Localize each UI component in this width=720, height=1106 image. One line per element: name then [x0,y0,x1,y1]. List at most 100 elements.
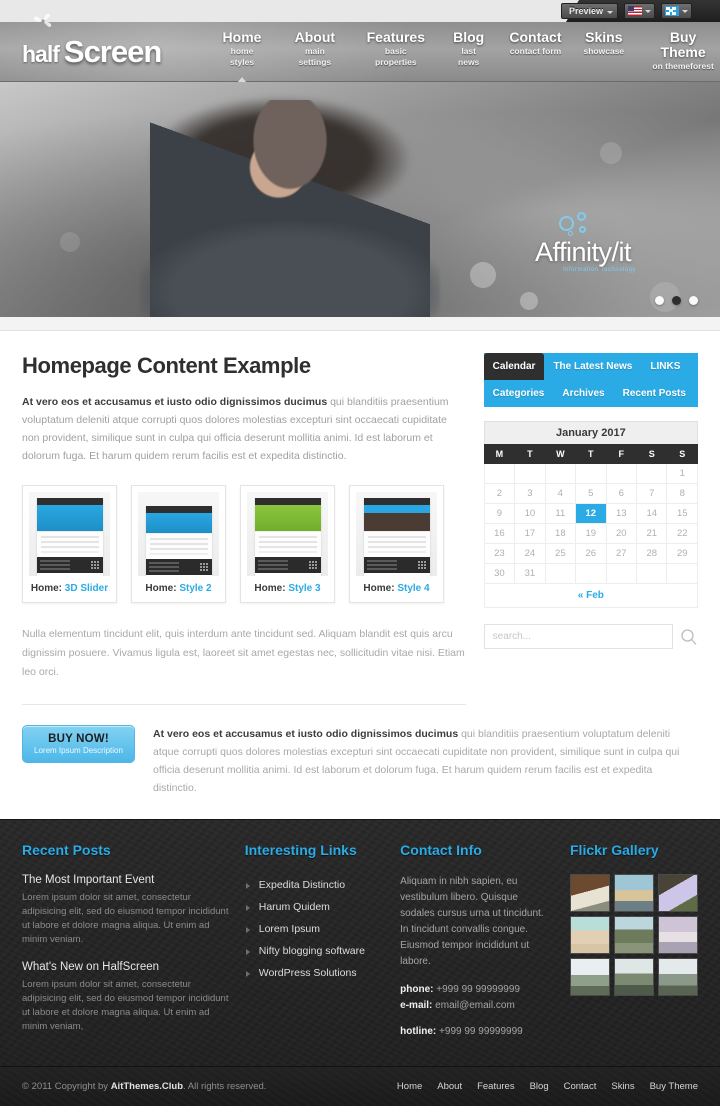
language-alt-dropdown[interactable] [661,3,692,19]
tab-latest-news[interactable]: The Latest News [544,353,641,380]
calendar-day[interactable]: 23 [483,543,516,564]
flickr-thumb[interactable] [658,958,698,996]
calendar-day[interactable]: 6 [605,483,638,504]
calendar-day[interactable]: 20 [605,523,638,544]
search-icon[interactable] [680,628,698,646]
flickr-thumb[interactable] [658,874,698,912]
cta-paragraph-bold: At vero eos et accusamus et iusto odio d… [153,728,459,740]
slider-dot-2[interactable] [672,296,681,305]
calendar-day[interactable]: 9 [483,503,516,524]
calendar-day[interactable] [635,463,668,484]
thumb-card[interactable]: Home: Style 4 [349,485,444,603]
calendar-day[interactable]: 7 [635,483,668,504]
calendar-week-row: 1 [483,463,698,484]
footer-nav-contact[interactable]: Contact [564,1081,597,1092]
calendar-day[interactable] [605,563,638,584]
calendar-day[interactable]: 22 [666,523,698,544]
calendar-day[interactable]: 15 [666,503,698,524]
calendar-day[interactable]: 21 [635,523,668,544]
tab-links[interactable]: LINKS [641,353,689,380]
calendar-weekday: T [575,444,607,464]
footer-nav-about[interactable]: About [437,1081,462,1092]
footer-contact-email-value[interactable]: email@email.com [435,1000,515,1011]
tab-archives[interactable]: Archives [553,380,613,407]
nav-item-buy-theme[interactable]: Buy Theme on themeforest [646,29,720,74]
calendar-day-today[interactable]: 12 [575,503,607,524]
calendar-day[interactable]: 30 [483,563,516,584]
nav-item-about[interactable]: About main settings [288,29,342,70]
calendar-day[interactable]: 27 [605,543,638,564]
calendar-day[interactable]: 4 [544,483,577,504]
search-input[interactable] [483,624,673,649]
thumb-label-style: Style 3 [288,583,321,594]
calendar-day[interactable]: 14 [635,503,668,524]
calendar-day[interactable]: 18 [544,523,577,544]
calendar-day[interactable]: 17 [514,523,546,544]
thumb-card[interactable]: Home: Style 2 [131,485,226,603]
nav-item-features[interactable]: Features basic properties [364,29,428,70]
calendar-day[interactable] [544,463,577,484]
calendar-day[interactable]: 24 [514,543,546,564]
preview-dropdown[interactable]: Preview [560,3,618,19]
calendar-day[interactable] [575,463,607,484]
calendar-day[interactable]: 8 [666,483,698,504]
calendar-day[interactable] [635,563,668,584]
footer-nav-features[interactable]: Features [477,1081,515,1092]
calendar-day[interactable] [514,463,546,484]
calendar-day[interactable]: 13 [605,503,638,524]
buy-now-button[interactable]: BUY NOW! Lorem Ipsum Description [22,725,135,763]
calendar-day[interactable] [483,463,516,484]
calendar-day[interactable]: 2 [483,483,516,504]
language-us-dropdown[interactable] [624,3,655,19]
calendar-day[interactable] [605,463,638,484]
thumb-card[interactable]: Home: Style 3 [240,485,335,603]
nav-item-skins[interactable]: Skins showcase [584,29,625,59]
calendar-day[interactable]: 25 [544,543,577,564]
calendar-day[interactable]: 29 [666,543,698,564]
tab-categories[interactable]: Categories [484,380,554,407]
footer-nav-buy-theme[interactable]: Buy Theme [650,1081,698,1092]
nav-item-home[interactable]: Home home styles [218,29,266,83]
footer-nav-blog[interactable]: Blog [530,1081,549,1092]
calendar-day[interactable] [544,563,577,584]
thumb-card[interactable]: Home: 3D Slider [22,485,117,603]
flickr-thumb[interactable] [614,874,654,912]
flickr-thumb[interactable] [614,958,654,996]
flickr-thumb[interactable] [570,874,610,912]
calendar-day[interactable] [575,563,607,584]
calendar-day[interactable]: 11 [544,503,577,524]
tab-recent-posts[interactable]: Recent Posts [614,380,695,407]
flickr-thumb[interactable] [658,916,698,954]
flickr-thumb[interactable] [570,958,610,996]
bokeh-light [470,262,496,288]
footer-link-item[interactable]: WordPress Solutions [245,962,384,984]
footer-link-item[interactable]: Lorem Ipsum [245,918,384,940]
calendar-day[interactable]: 28 [635,543,668,564]
footer-link-item[interactable]: Nifty blogging software [245,940,384,962]
footer-nav-skins[interactable]: Skins [611,1081,634,1092]
calendar-day[interactable]: 26 [575,543,607,564]
calendar-day[interactable]: 10 [514,503,546,524]
calendar-day[interactable]: 16 [483,523,516,544]
footer-post-item[interactable]: The Most Important Event Lorem ipsum dol… [22,874,229,947]
flickr-thumb[interactable] [570,916,610,954]
calendar-day[interactable]: 5 [575,483,607,504]
calendar-day[interactable]: 3 [514,483,546,504]
slider-dot-3[interactable] [689,296,698,305]
calendar-prev-month-link[interactable]: « Feb [483,583,699,608]
calendar-day[interactable]: 1 [666,463,698,484]
footer-link-item[interactable]: Harum Quidem [245,896,384,918]
calendar-day[interactable] [666,563,698,584]
copyright-brand[interactable]: AitThemes.Club [111,1081,183,1092]
calendar-day[interactable]: 31 [514,563,546,584]
nav-item-contact[interactable]: Contact contact form [509,29,561,59]
nav-item-blog[interactable]: Blog last news [450,29,487,70]
calendar-day[interactable]: 19 [575,523,607,544]
tab-calendar[interactable]: Calendar [483,353,545,380]
site-logo[interactable]: half Screen [22,13,190,70]
footer-nav-home[interactable]: Home [397,1081,422,1092]
footer-link-item[interactable]: Expedita Distinctio [245,874,384,896]
flickr-thumb[interactable] [614,916,654,954]
footer-post-item[interactable]: What's New on HalfScreen Lorem ipsum dol… [22,961,229,1034]
slider-dot-1[interactable] [655,296,664,305]
